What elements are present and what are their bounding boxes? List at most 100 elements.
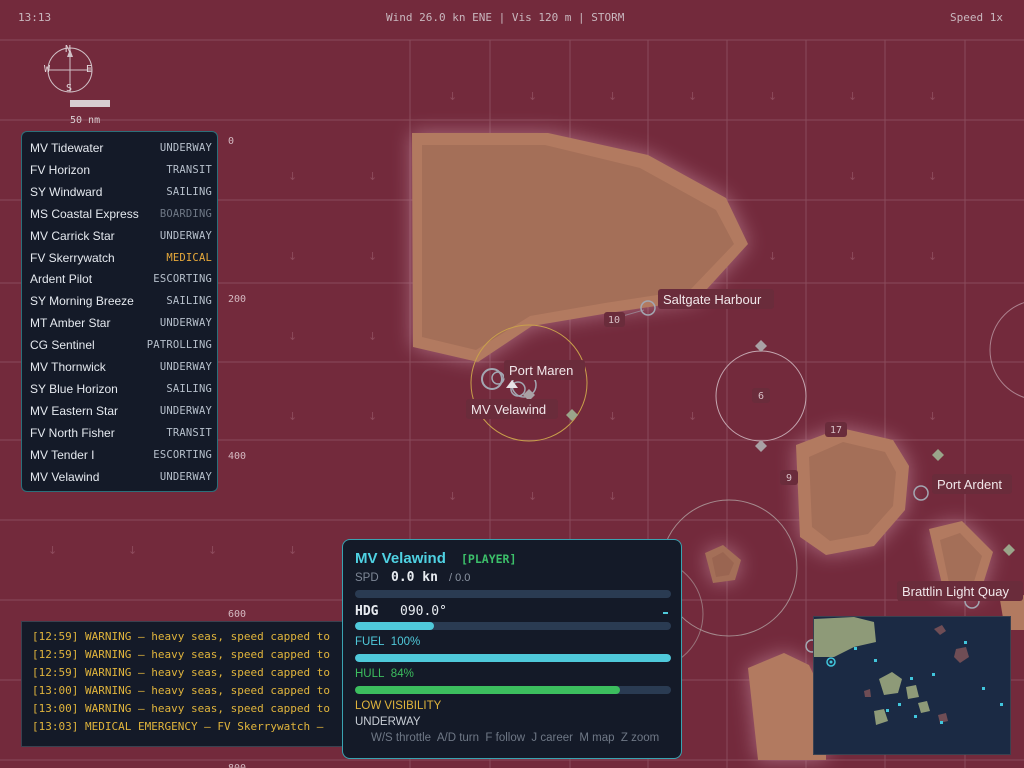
player-ship-label[interactable]: MV Velawind <box>471 402 546 417</box>
controls-help: W/S throttle A/D turn F follow J career … <box>371 732 660 744</box>
vessel-name: FV North Fisher <box>30 425 115 440</box>
svg-text:↓: ↓ <box>768 250 777 263</box>
fleet-list-item[interactable]: MV Tender I ESCORTING <box>30 447 212 469</box>
fleet-list[interactable]: MV Tidewater UNDERWAY FV Horizon TRANSIT SY … <box>21 131 218 492</box>
vessel-status: TRANSIT <box>166 426 212 439</box>
vessel-name: MT Amber Star <box>30 316 111 331</box>
fleet-list-item[interactable]: SY Windward SAILING <box>30 184 212 206</box>
port-label-brattlin-light-quay[interactable]: Brattlin Light Quay <box>902 584 1009 599</box>
vessel-name: CG Sentinel <box>30 338 95 353</box>
vessel-name: MV Tender I <box>30 447 95 462</box>
fleet-list-item[interactable]: MV Thornwick UNDERWAY <box>30 359 212 381</box>
grid-label: 200 <box>228 294 246 305</box>
fleet-list-item[interactable]: SY Blue Horizon SAILING <box>30 381 212 403</box>
hdg-value: 090.0° <box>400 604 447 619</box>
svg-text:↓: ↓ <box>608 410 617 423</box>
scale-label: 50 nm <box>70 115 101 126</box>
svg-text:↓: ↓ <box>688 90 697 103</box>
hull-label: HULL 84% <box>355 668 414 680</box>
event-log[interactable]: [12:59] WARNING — heavy seas, speed capp… <box>21 621 347 747</box>
vessel-name: FV Horizon <box>30 162 91 177</box>
fleet-list-item[interactable]: MV Eastern Star UNDERWAY <box>30 403 212 425</box>
svg-text:↓: ↓ <box>368 170 377 183</box>
vessel-status: MEDICAL <box>166 251 212 264</box>
port-label-saltgate-harbour[interactable]: Saltgate Harbour <box>663 292 762 307</box>
compass-w: W <box>44 64 51 75</box>
vessel-name: MV Tidewater <box>30 141 104 155</box>
vessel-status: BOARDING <box>159 207 212 220</box>
vessel-status: ESCORTING <box>153 273 212 286</box>
vessel-name: MV Velawind <box>30 469 100 484</box>
svg-text:↓: ↓ <box>608 90 617 103</box>
fleet-list-item[interactable]: MV Velawind UNDERWAY <box>30 469 212 491</box>
log-entry: [13:03] MEDICAL EMERGENCY — FV Skerrywat… <box>32 720 324 733</box>
log-entry: [12:59] WARNING — heavy seas, speed capp… <box>32 648 331 661</box>
fuel-label: FUEL 100% <box>355 636 420 648</box>
fleet-list-item[interactable]: SY Morning Breeze SAILING <box>30 293 212 315</box>
hull-bar <box>355 686 671 694</box>
svg-text:↓: ↓ <box>288 330 297 343</box>
game-clock: 13:13 <box>18 11 52 24</box>
svg-text:↓: ↓ <box>848 170 857 183</box>
svg-text:↓: ↓ <box>448 90 457 103</box>
sim-speed[interactable]: Speed 1x <box>950 11 1003 24</box>
depth-mark: 9 <box>786 473 792 484</box>
svg-text:↓: ↓ <box>288 410 297 423</box>
svg-text:↓: ↓ <box>688 410 697 423</box>
svg-text:↓: ↓ <box>48 544 57 557</box>
hdg-marker <box>663 612 668 614</box>
compass-n: N <box>65 44 72 55</box>
fleet-list-item[interactable]: MV Carrick Star UNDERWAY <box>30 228 212 250</box>
visibility-warning: LOW VISIBILITY <box>355 700 442 712</box>
fleet-list-item[interactable]: MT Amber Star UNDERWAY <box>30 315 212 337</box>
svg-text:↓: ↓ <box>128 544 137 557</box>
port-label-port-maren[interactable]: Port Maren <box>509 363 573 378</box>
port-label-port-ardent[interactable]: Port Ardent <box>937 477 1002 492</box>
vessel-status: PATROLLING <box>146 339 212 352</box>
log-entry: [13:00] WARNING — heavy seas, speed capp… <box>32 702 331 715</box>
ship-name: MV Velawind <box>355 550 446 567</box>
svg-text:↓: ↓ <box>288 544 297 557</box>
fuel-bar <box>355 654 671 662</box>
fleet-list-item[interactable]: MS Coastal Express BOARDING <box>30 206 212 228</box>
log-entry: [12:59] WARNING — heavy seas, speed capp… <box>32 630 331 643</box>
hull-value: 84% <box>390 668 414 680</box>
minimap[interactable] <box>813 616 1011 755</box>
grid-label: 0 <box>228 136 234 147</box>
hdg-label: HDG <box>355 604 379 619</box>
vessel-name: SY Blue Horizon <box>30 381 118 396</box>
fleet-list-item[interactable]: FV North Fisher TRANSIT <box>30 425 212 447</box>
svg-text:↓: ↓ <box>368 410 377 423</box>
compass-e: E <box>86 64 93 75</box>
svg-text:↓: ↓ <box>528 490 537 503</box>
vessel-status: SAILING <box>166 382 212 395</box>
fleet-list-item[interactable]: CG Sentinel PATROLLING <box>30 337 212 359</box>
fleet-list-item[interactable]: FV Skerrywatch MEDICAL <box>30 250 212 272</box>
grid-label: 600 <box>228 609 246 620</box>
fleet-list-item[interactable]: FV Horizon TRANSIT <box>30 162 212 184</box>
depth-mark: 17 <box>830 425 842 436</box>
vessel-status: ESCORTING <box>153 448 212 461</box>
log-entry: [13:00] WARNING — heavy seas, speed capp… <box>32 684 331 697</box>
compass-s: S <box>66 83 73 94</box>
fuel-value: 100% <box>390 636 421 648</box>
speed-bar[interactable] <box>355 590 671 598</box>
grid-label: 800 <box>228 763 246 768</box>
depth-mark: 6 <box>758 391 764 402</box>
fleet-list-item[interactable]: MV Tidewater UNDERWAY <box>30 140 212 162</box>
hull-label-text: HULL <box>355 668 385 680</box>
svg-text:↓: ↓ <box>448 490 457 503</box>
svg-text:↓: ↓ <box>768 90 777 103</box>
fuel-label-text: FUEL <box>355 636 385 648</box>
minimap-view <box>814 617 1003 725</box>
vessel-status: SAILING <box>166 185 212 198</box>
spd-value: 0.0 kn <box>391 570 438 585</box>
heading-bar[interactable] <box>355 622 671 630</box>
svg-text:↓: ↓ <box>368 250 377 263</box>
svg-text:↓: ↓ <box>528 90 537 103</box>
fleet-list-item[interactable]: Ardent Pilot ESCORTING <box>30 271 212 293</box>
depth-mark: 10 <box>608 315 620 326</box>
vessel-name: MV Eastern Star <box>30 403 119 418</box>
svg-text:↓: ↓ <box>368 330 377 343</box>
vessel-status: SAILING <box>166 295 212 308</box>
